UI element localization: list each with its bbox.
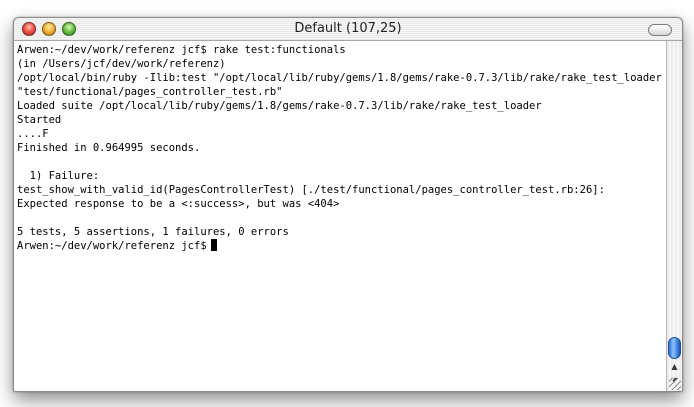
terminal-line: test_show_with_valid_id(PagesControllerT… bbox=[17, 184, 605, 196]
title-bar[interactable]: Default (107,25) bbox=[14, 18, 682, 41]
terminal-line: (in /Users/jcf/dev/work/referenz) bbox=[17, 58, 226, 70]
terminal-line: /opt/local/bin/ruby -Ilib:test "/opt/loc… bbox=[17, 72, 662, 84]
terminal-line: Started bbox=[17, 114, 62, 126]
terminal-prompt: Arwen:~/dev/work/referenz jcf$ bbox=[17, 240, 207, 252]
terminal-line: 1) Failure: bbox=[17, 170, 100, 182]
terminal-window: Default (107,25) Arwen:~/dev/work/refere… bbox=[13, 17, 683, 392]
terminal-line: "test/functional/pages_controller_test.r… bbox=[17, 86, 283, 98]
terminal-output[interactable]: Arwen:~/dev/work/referenz jcf$ rake test… bbox=[17, 43, 662, 387]
scroll-thumb[interactable] bbox=[668, 337, 681, 359]
terminal-line: Expected response to be a <:success>, bu… bbox=[17, 198, 340, 210]
terminal-line: ....F bbox=[17, 128, 49, 140]
scroll-up-arrow-icon[interactable]: ▲ bbox=[669, 361, 680, 372]
resize-grip-icon[interactable] bbox=[669, 378, 681, 390]
window-title: Default (107,25) bbox=[294, 21, 402, 36]
terminal-line: 5 tests, 5 assertions, 1 failures, 0 err… bbox=[17, 226, 289, 238]
terminal-line: Finished in 0.964995 seconds. bbox=[17, 142, 201, 154]
text-cursor bbox=[210, 239, 217, 251]
toolbar-toggle-icon[interactable] bbox=[648, 24, 672, 36]
terminal-line: Loaded suite /opt/local/lib/ruby/gems/1.… bbox=[17, 100, 542, 112]
terminal-prompt-line[interactable]: Arwen:~/dev/work/referenz jcf$ bbox=[17, 239, 662, 253]
terminal-line: Arwen:~/dev/work/referenz jcf$ rake test… bbox=[17, 44, 346, 56]
vertical-scrollbar[interactable]: ▲ ▼ bbox=[666, 41, 682, 391]
